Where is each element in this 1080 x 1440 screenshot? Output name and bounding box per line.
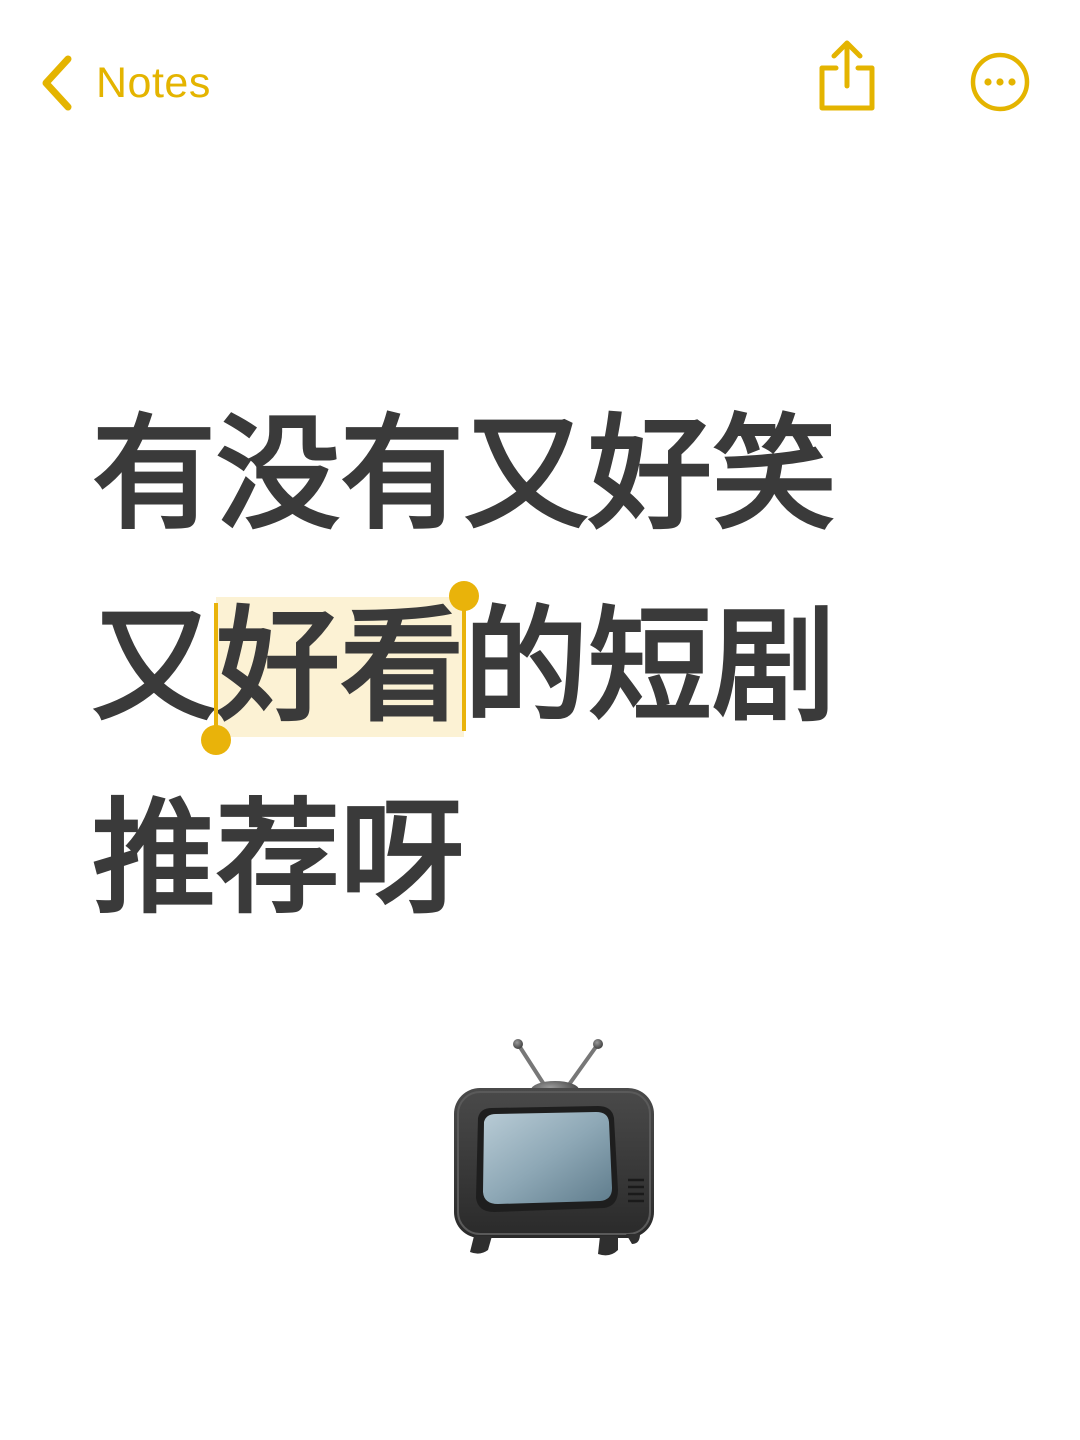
note-line-2: 又好看 的短剧 <box>92 581 992 789</box>
share-icon[interactable] <box>814 38 880 114</box>
selected-text: 好看 <box>216 595 465 739</box>
television-icon <box>454 1039 654 1256</box>
note-text: 的短剧 <box>464 595 837 739</box>
note-text: 推荐呀 <box>92 787 465 931</box>
note-text: 又 <box>92 595 217 739</box>
note-text: 有没有又好笑 <box>92 403 837 547</box>
more-icon[interactable] <box>968 50 1032 114</box>
selection-start-handle[interactable] <box>201 725 232 755</box>
text-selection[interactable]: 好看 <box>201 581 480 755</box>
note-line-3: 推荐呀 <box>92 789 992 981</box>
note-body[interactable]: 有没有又好笑 又好看 的短剧 推荐呀 <box>92 405 992 981</box>
back-label: Notes <box>96 58 211 107</box>
selection-start-bar <box>214 603 219 731</box>
back-button[interactable]: Notes <box>38 50 211 116</box>
selection-end-bar <box>462 603 467 731</box>
note-line-1: 有没有又好笑 <box>92 405 992 597</box>
navigation-bar: Notes <box>0 0 1080 170</box>
chevron-left-icon <box>42 55 72 111</box>
selection-end-handle[interactable] <box>449 581 480 611</box>
